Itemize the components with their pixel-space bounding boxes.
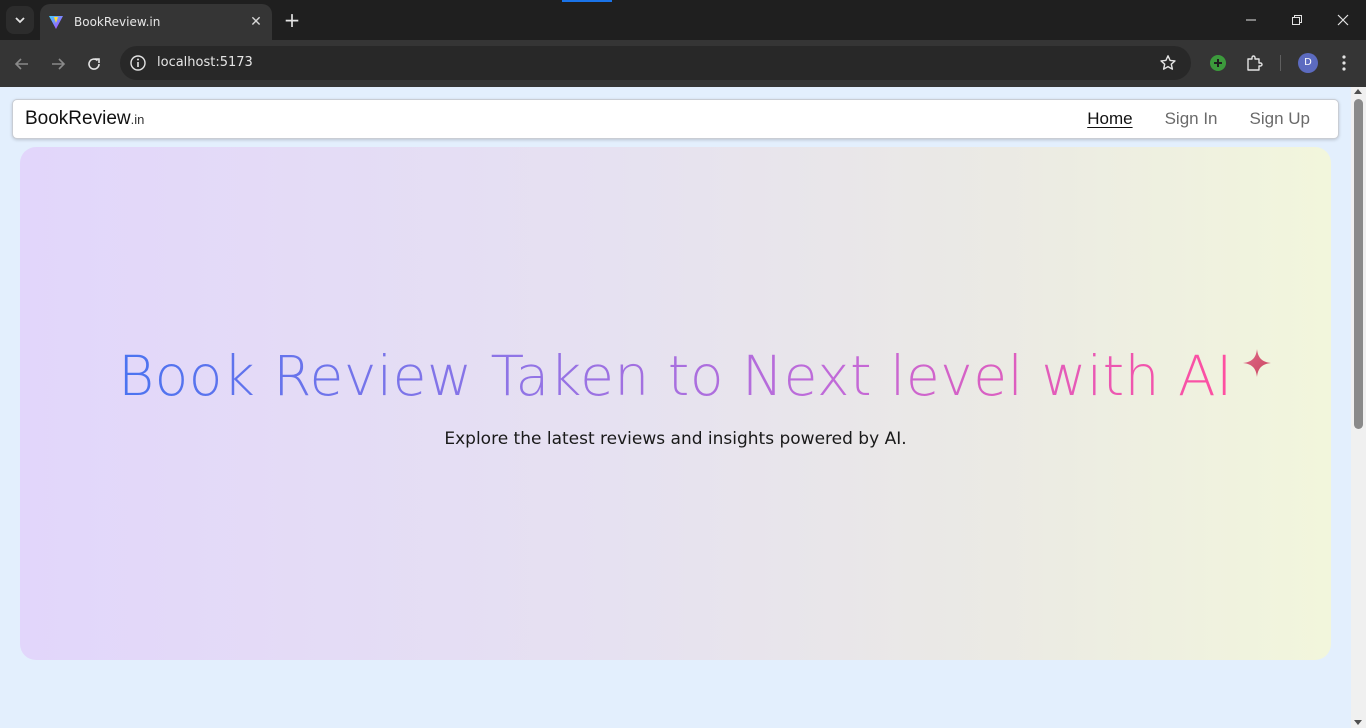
tab-indicator (562, 0, 612, 2)
vite-logo-icon (49, 16, 63, 29)
nav-signup-link[interactable]: Sign Up (1250, 109, 1310, 129)
reload-button[interactable] (80, 50, 108, 78)
green-plus-extension-icon (1210, 55, 1226, 71)
site-info-icon[interactable] (129, 54, 147, 72)
hero-subtitle: Explore the latest reviews and insights … (444, 429, 907, 449)
tab-search-button[interactable] (6, 6, 34, 34)
sparkle-icon (1243, 349, 1271, 377)
puzzle-icon (1247, 55, 1263, 71)
hero-title-text: Book Review Taken to Next level with AI (118, 344, 1233, 408)
restore-button[interactable] (1274, 0, 1320, 40)
nav-signin-link[interactable]: Sign In (1165, 109, 1218, 129)
page-viewport: BookReview.in Home Sign In Sign Up Book … (0, 87, 1351, 728)
url-text[interactable]: localhost:5173 (157, 55, 253, 70)
chevron-down-icon (15, 17, 25, 24)
scroll-up-arrow-icon[interactable] (1354, 89, 1362, 94)
browser-tab-active[interactable]: BookReview.in ✕ (40, 4, 272, 40)
more-vertical-icon (1342, 55, 1346, 71)
forward-arrow-icon (52, 58, 66, 70)
close-icon (1337, 14, 1349, 26)
profile-avatar[interactable]: D (1298, 53, 1318, 73)
new-tab-button[interactable]: + (280, 8, 304, 32)
forward-button[interactable] (44, 50, 72, 78)
site-brand[interactable]: BookReview.in (25, 108, 144, 130)
back-arrow-icon (14, 58, 28, 70)
close-tab-icon[interactable]: ✕ (248, 14, 264, 30)
nav-home-link[interactable]: Home (1087, 109, 1132, 129)
minimize-icon (1246, 19, 1256, 21)
hero-title: Book Review Taken to Next level with AI (20, 344, 1331, 408)
browser-tabstrip: BookReview.in ✕ + (0, 0, 1366, 40)
restore-icon (1292, 15, 1302, 25)
reload-icon (88, 58, 100, 70)
tab-title: BookReview.in (74, 15, 161, 29)
extensions-menu-button[interactable] (1243, 52, 1265, 74)
minimize-button[interactable] (1228, 0, 1274, 40)
back-button[interactable] (8, 50, 36, 78)
nav-links: Home Sign In Sign Up (1087, 109, 1310, 129)
page-scrollbar[interactable] (1351, 87, 1366, 728)
scrollbar-thumb[interactable] (1354, 99, 1363, 429)
toolbar-divider (1280, 55, 1281, 71)
brand-name: BookReview (25, 108, 131, 129)
browser-toolbar: localhost:5173 D (0, 40, 1366, 87)
address-bar[interactable]: localhost:5173 (120, 46, 1191, 80)
close-window-button[interactable] (1320, 0, 1366, 40)
brand-suffix: .in (130, 112, 145, 127)
extension-button[interactable] (1207, 52, 1229, 74)
hero-section: Book Review Taken to Next level with AI … (20, 147, 1331, 660)
site-navbar: BookReview.in Home Sign In Sign Up (12, 99, 1339, 139)
bookmark-star-icon[interactable] (1159, 54, 1177, 72)
browser-menu-button[interactable] (1333, 52, 1355, 74)
scroll-down-arrow-icon[interactable] (1354, 720, 1362, 725)
